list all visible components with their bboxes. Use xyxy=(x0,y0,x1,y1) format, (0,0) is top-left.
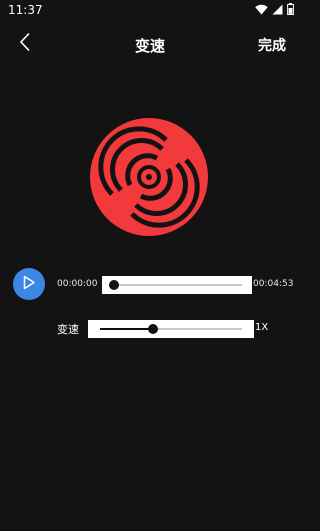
back-button[interactable] xyxy=(14,32,36,56)
status-icons xyxy=(255,3,294,15)
page-title: 变速 xyxy=(134,37,165,55)
speed-label: 变速 xyxy=(57,323,79,336)
speed-row: 变速 1X xyxy=(0,318,300,340)
play-icon xyxy=(22,275,36,294)
cell-signal-icon xyxy=(272,4,283,15)
seek-track xyxy=(112,284,242,286)
status-bar: 11:37 xyxy=(0,0,300,20)
speed-slider[interactable] xyxy=(88,320,254,338)
chevron-left-icon xyxy=(19,32,31,56)
status-time: 11:37 xyxy=(8,3,43,17)
seek-slider[interactable] xyxy=(102,276,252,294)
nav-bar: 变速 完成 xyxy=(0,28,300,60)
play-button[interactable] xyxy=(13,268,45,300)
speed-value: 1X xyxy=(255,322,269,333)
total-time: 00:04:53 xyxy=(253,279,294,289)
battery-icon xyxy=(287,3,294,15)
player-row: 00:00:00 00:04:53 xyxy=(0,268,300,302)
seek-thumb[interactable] xyxy=(109,280,119,290)
vinyl-disc-icon xyxy=(90,118,208,236)
done-button[interactable]: 完成 xyxy=(258,35,286,55)
wifi-icon xyxy=(255,4,268,15)
current-time: 00:00:00 xyxy=(57,279,98,289)
speed-fill xyxy=(100,328,153,330)
speed-thumb[interactable] xyxy=(147,324,158,334)
